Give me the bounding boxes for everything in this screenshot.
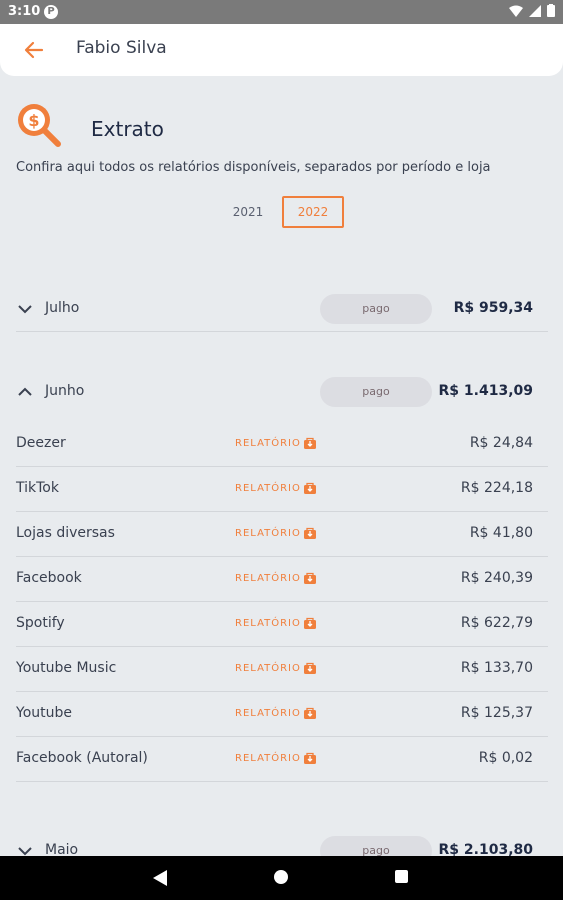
report-amount: R$ 240,39	[460, 570, 533, 586]
back-button[interactable]	[22, 38, 46, 62]
year-2021-button[interactable]: 2021	[217, 196, 279, 228]
month-name: Julho	[45, 300, 80, 316]
report-link[interactable]: RELATÓRIO	[235, 482, 316, 494]
report-amount: R$ 0,02	[478, 750, 533, 766]
arrow-left-icon	[24, 41, 44, 59]
month-total: R$ 1.413,09	[438, 383, 533, 399]
divider	[16, 331, 548, 332]
report-link-label: RELATÓRIO	[235, 707, 301, 719]
download-icon	[303, 617, 316, 629]
download-icon	[303, 437, 316, 449]
status-badge: pago	[320, 377, 432, 407]
report-amount: R$ 224,18	[460, 480, 533, 496]
store-name: Lojas diversas	[16, 525, 115, 541]
chevron-down-icon	[18, 305, 32, 314]
chevron-up-icon	[18, 387, 32, 396]
report-link[interactable]: RELATÓRIO	[235, 572, 316, 584]
report-row: Youtube RELATÓRIO R$ 125,37	[16, 692, 548, 737]
notification-icon: P	[44, 5, 58, 19]
month-row-junho[interactable]: Junho pago R$ 1.413,09	[16, 377, 548, 407]
nav-back-icon[interactable]	[153, 870, 167, 886]
report-amount: R$ 125,37	[460, 705, 533, 721]
report-link-label: RELATÓRIO	[235, 662, 301, 674]
status-time: 3:10	[8, 4, 41, 19]
report-row: TikTok RELATÓRIO R$ 224,18	[16, 467, 548, 512]
report-link[interactable]: RELATÓRIO	[235, 617, 316, 629]
download-icon	[303, 707, 316, 719]
download-icon	[303, 572, 316, 584]
battery-icon	[547, 4, 555, 17]
report-link[interactable]: RELATÓRIO	[235, 752, 316, 764]
report-row: Spotify RELATÓRIO R$ 622,79	[16, 602, 548, 647]
nav-home-icon[interactable]	[274, 870, 288, 884]
money-search-icon: $	[14, 100, 62, 148]
store-name: Deezer	[16, 435, 66, 451]
report-link-label: RELATÓRIO	[235, 752, 301, 764]
report-link[interactable]: RELATÓRIO	[235, 662, 316, 674]
report-amount: R$ 133,70	[460, 660, 533, 676]
download-icon	[303, 752, 316, 764]
report-amount: R$ 622,79	[460, 615, 533, 631]
report-link-label: RELATÓRIO	[235, 527, 301, 539]
signal-icon	[529, 4, 541, 17]
year-2022-button[interactable]: 2022	[282, 196, 344, 228]
report-row: Facebook RELATÓRIO R$ 240,39	[16, 557, 548, 602]
report-row: Facebook (Autoral) RELATÓRIO R$ 0,02	[16, 737, 548, 782]
section-description: Confira aqui todos os relatórios disponí…	[16, 160, 491, 175]
store-name: TikTok	[16, 480, 59, 496]
report-row: Deezer RELATÓRIO R$ 24,84	[16, 422, 548, 467]
month-row-julho[interactable]: Julho pago R$ 959,34	[16, 294, 548, 324]
store-name: Facebook (Autoral)	[16, 750, 148, 766]
svg-text:$: $	[28, 111, 39, 130]
download-icon	[303, 527, 316, 539]
month-name: Junho	[45, 383, 85, 399]
report-amount: R$ 41,80	[469, 525, 533, 541]
report-link-label: RELATÓRIO	[235, 617, 301, 629]
nav-recent-apps-icon[interactable]	[395, 870, 408, 883]
section-title: Extrato	[91, 117, 164, 141]
report-link-label: RELATÓRIO	[235, 437, 301, 449]
store-name: Youtube	[16, 705, 72, 721]
app-bar: Fabio Silva	[0, 24, 563, 76]
store-name: Spotify	[16, 615, 65, 631]
status-bar: 3:10 P	[0, 0, 563, 24]
status-badge: pago	[320, 294, 432, 324]
month-total: R$ 959,34	[453, 300, 533, 316]
app-title: Fabio Silva	[76, 38, 167, 58]
report-link[interactable]: RELATÓRIO	[235, 437, 316, 449]
report-link[interactable]: RELATÓRIO	[235, 707, 316, 719]
report-row: Lojas diversas RELATÓRIO R$ 41,80	[16, 512, 548, 557]
store-name: Facebook	[16, 570, 82, 586]
download-icon	[303, 662, 316, 674]
report-row: Youtube Music RELATÓRIO R$ 133,70	[16, 647, 548, 692]
navigation-bar	[0, 856, 563, 900]
report-amount: R$ 24,84	[469, 435, 533, 451]
store-name: Youtube Music	[16, 660, 117, 676]
report-link[interactable]: RELATÓRIO	[235, 527, 316, 539]
report-link-label: RELATÓRIO	[235, 572, 301, 584]
download-icon	[303, 482, 316, 494]
wifi-icon	[509, 5, 523, 17]
status-icons	[509, 4, 555, 17]
report-link-label: RELATÓRIO	[235, 482, 301, 494]
